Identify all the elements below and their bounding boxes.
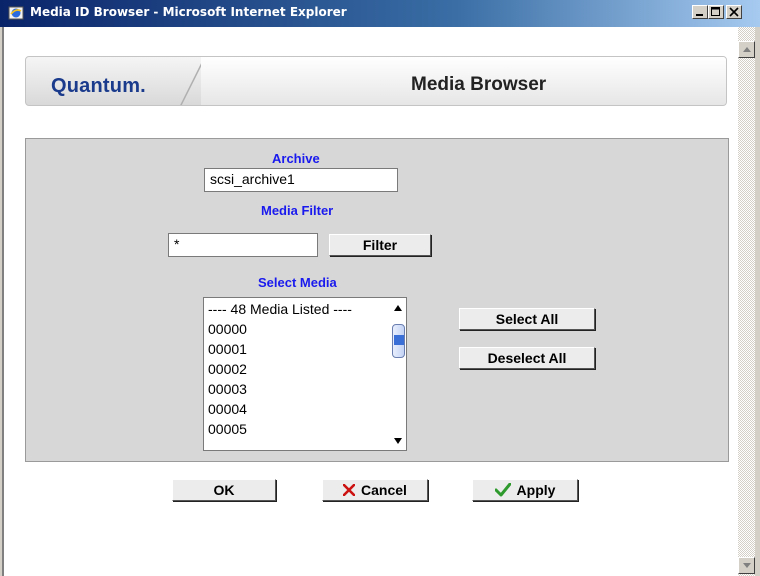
media-browser-panel: Archive scsi_archive1 Media Filter * Fil… [25,138,729,462]
list-item[interactable]: 00002 [208,361,247,377]
archive-field[interactable]: scsi_archive1 [204,168,398,192]
page-scrollbar[interactable] [738,27,755,576]
media-filter-field[interactable]: * [168,233,318,257]
cancel-button-label: Cancel [361,482,407,498]
filter-button[interactable]: Filter [329,234,431,256]
cancel-button[interactable]: Cancel [322,479,428,501]
apply-button[interactable]: Apply [472,479,578,501]
deselect-all-button-label: Deselect All [487,350,567,366]
list-item-header[interactable]: ---- 48 Media Listed ---- [208,301,352,317]
ie-icon [8,6,24,20]
page-title: Media Browser [411,74,547,95]
scroll-down-icon [743,563,751,568]
deselect-all-button[interactable]: Deselect All [459,347,595,369]
close-button[interactable] [726,5,742,19]
list-item[interactable]: 00003 [208,381,247,397]
media-listbox[interactable]: ---- 48 Media Listed ---- 00000 00001 00… [203,297,407,451]
page-content: Quantum. Media Browser Archive scsi_arch… [2,27,738,576]
window-border [755,27,760,576]
close-icon [729,7,739,17]
apply-button-label: Apply [516,482,556,498]
quantum-logo: Quantum. [51,75,146,97]
cancel-x-icon [343,484,356,496]
title-bar[interactable]: Media ID Browser - Microsoft Internet Ex… [0,0,760,27]
page-scroll-up[interactable] [738,41,755,58]
list-item[interactable]: 00005 [208,421,247,437]
scroll-down-icon[interactable] [390,433,406,449]
window-title: Media ID Browser - Microsoft Internet Ex… [30,5,347,19]
page-scroll-down[interactable] [738,557,755,574]
media-filter-label: Media Filter [261,203,334,218]
minimize-button[interactable] [692,5,708,19]
maximize-button[interactable] [708,5,724,19]
scroll-up-icon [743,47,751,52]
list-item[interactable]: 00004 [208,401,247,417]
listbox-scroll-thumb[interactable] [392,324,405,358]
scroll-up-icon[interactable] [390,300,406,316]
select-all-button[interactable]: Select All [459,308,595,330]
ok-button[interactable]: OK [172,479,276,501]
minimize-icon [696,14,703,16]
select-all-button-label: Select All [495,311,559,327]
listbox-scrollbar[interactable] [390,299,406,449]
filter-button-label: Filter [362,237,398,253]
header-banner: Quantum. Media Browser [25,56,727,106]
list-item[interactable]: 00001 [208,341,247,357]
maximize-icon [711,7,720,16]
archive-label: Archive [272,151,320,166]
checkmark-icon [494,483,511,497]
browser-window: Media ID Browser - Microsoft Internet Ex… [0,0,760,576]
ok-button-label: OK [213,482,235,498]
select-media-label: Select Media [258,275,337,290]
list-item[interactable]: 00000 [208,321,247,337]
